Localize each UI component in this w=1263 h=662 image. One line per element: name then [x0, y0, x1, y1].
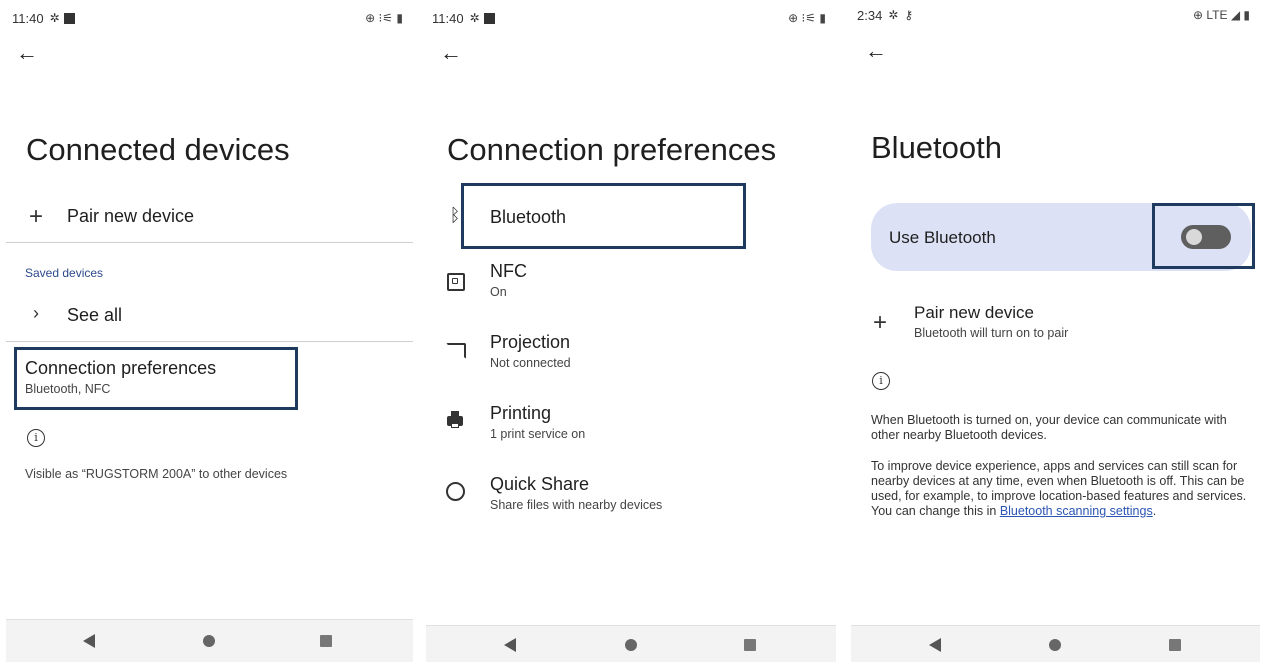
plus-icon: + [28, 203, 43, 230]
status-bar: 11:40 ✲ ⊕ ⁝⚟ ▮ [432, 9, 826, 27]
notification-icon [63, 12, 75, 24]
visible-as-text: Visible as “RUGSTORM 200A” to other devi… [25, 467, 288, 481]
bluetooth-info-text: When Bluetooth is turned on, your device… [871, 413, 1227, 442]
status-icons: ⊕ ⁝⚟ ▮ [788, 11, 826, 25]
quick-share-subtitle: Share files with nearby devices [490, 498, 663, 512]
printing-label: Printing [490, 403, 552, 423]
projection-label: Projection [490, 332, 571, 352]
status-icons: ⊕ LTE ◢ ▮ [1192, 8, 1250, 22]
nav-back-icon[interactable] [504, 638, 516, 652]
bluetooth-scanning-text: To improve device experience, apps and s… [871, 459, 1249, 519]
page-title: Connection preferences [447, 132, 777, 167]
back-arrow-icon[interactable]: ← [865, 40, 887, 62]
pair-new-device-title: Pair new device [914, 303, 1035, 322]
highlight-box [461, 183, 746, 249]
quick-share-label: Quick Share [490, 474, 590, 494]
screen-connected-devices: 11:40 ✲ ⊕ ⁝⚟ ▮ ← Connected devices + Pai… [6, 0, 413, 662]
chevron-right-icon: › [33, 303, 39, 323]
nfc-icon [447, 273, 465, 291]
cast-icon [446, 343, 466, 359]
gear-icon: ✲ [49, 11, 60, 25]
screen-connection-preferences: 11:40 ✲ ⊕ ⁝⚟ ▮ ← Connection preferences … [426, 0, 836, 662]
highlight-box [1152, 203, 1255, 269]
divider [6, 341, 413, 342]
nav-home-icon[interactable] [625, 639, 637, 651]
status-bar: 2:34 ✲ ⚷ ⊕ LTE ◢ ▮ [857, 6, 1250, 24]
info-icon: i [27, 429, 45, 447]
screen-bluetooth: 2:34 ✲ ⚷ ⊕ LTE ◢ ▮ ← Bluetooth Use Bluet… [851, 0, 1260, 662]
plus-icon: + [872, 309, 887, 336]
page-title: Connected devices [26, 132, 290, 167]
back-arrow-icon[interactable]: ← [440, 42, 462, 64]
key-icon: ⚷ [904, 8, 914, 22]
projection-status: Not connected [490, 356, 571, 370]
nfc-label: NFC [490, 261, 527, 281]
saved-devices-header: Saved devices [25, 266, 104, 280]
status-time: 2:34 [857, 7, 883, 23]
nav-recents-icon[interactable] [320, 635, 332, 647]
status-bar: 11:40 ✲ ⊕ ⁝⚟ ▮ [12, 9, 403, 27]
notification-icon [483, 12, 495, 24]
info-icon: i [872, 372, 890, 390]
gear-icon: ✲ [888, 8, 899, 22]
status-time: 11:40 [432, 10, 464, 26]
divider [6, 242, 413, 243]
see-all-label: See all [67, 305, 123, 325]
nav-home-icon[interactable] [1049, 639, 1061, 651]
page-title: Bluetooth [871, 130, 1002, 165]
status-time: 11:40 [12, 10, 44, 26]
pair-new-device-label: Pair new device [67, 206, 195, 226]
use-bluetooth-label: Use Bluetooth [889, 228, 996, 247]
nav-home-icon[interactable] [203, 635, 215, 647]
navigation-bar [426, 625, 836, 662]
printer-icon [447, 411, 463, 428]
navigation-bar [851, 625, 1260, 662]
bluetooth-scanning-settings-link[interactable]: Bluetooth scanning settings [1000, 504, 1153, 518]
navigation-bar [6, 619, 413, 662]
highlight-box [14, 347, 298, 410]
nav-back-icon[interactable] [929, 638, 941, 652]
scanning-text-end: . [1152, 504, 1157, 518]
nfc-status: On [490, 285, 507, 299]
pair-new-device-subtitle: Bluetooth will turn on to pair [914, 326, 1069, 340]
gear-icon: ✲ [469, 11, 480, 25]
nav-back-icon[interactable] [83, 634, 95, 648]
status-icons: ⊕ ⁝⚟ ▮ [365, 11, 403, 25]
nav-recents-icon[interactable] [1169, 639, 1181, 651]
quick-share-icon [446, 482, 465, 501]
printing-status: 1 print service on [490, 427, 586, 441]
back-arrow-icon[interactable]: ← [16, 42, 38, 64]
nav-recents-icon[interactable] [744, 639, 756, 651]
